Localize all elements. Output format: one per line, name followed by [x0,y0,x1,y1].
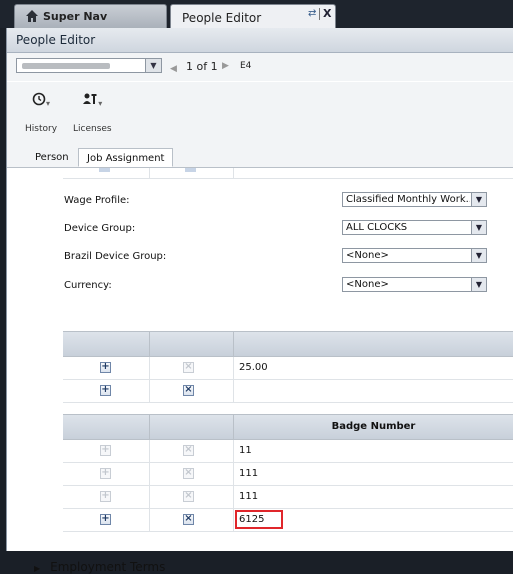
add-row-button[interactable]: + [100,445,111,456]
pager-count: 1 of 1 [186,60,218,73]
header-cell [63,415,150,439]
close-tab-button[interactable]: X [323,7,331,20]
employment-terms-section[interactable]: ▶ Employment Terms [34,560,165,574]
add-row-button[interactable]: + [100,491,111,502]
table-row: + × 111 [63,486,513,509]
tab-divider [319,8,320,20]
licenses-button[interactable]: ▾ Licenses [73,92,112,134]
brazil-device-group-label: Brazil Device Group: [64,251,167,262]
table-row: + × 11 [63,440,513,463]
delete-row-button[interactable]: × [183,445,194,456]
tab-people-editor[interactable]: People Editor ⇄ X [170,4,336,28]
tab-super-nav-label: Super Nav [43,10,108,23]
badge-number-cell[interactable]: 111 [239,491,258,502]
next-record-icon[interactable]: ▶ [222,61,229,71]
device-group-label: Device Group: [64,223,136,234]
add-row-button[interactable]: + [100,385,111,396]
record-code: E4 [240,61,252,71]
history-button[interactable]: ▾ History [25,92,57,134]
tab-job-assignment[interactable]: Job Assignment [78,148,174,167]
table-row: + × 6125 [63,509,513,532]
header-cell [149,415,234,439]
brazil-device-group-value: <None> [346,250,389,261]
panel-header: People Editor [7,28,513,53]
table-row: + × 25.00 [63,357,513,380]
job-assignment-content: Wage Profile: Classified Monthly Work...… [7,168,513,574]
refresh-icon[interactable]: ⇄ [308,8,316,19]
person-select[interactable]: ▼ [16,58,162,73]
employment-terms-label: Employment Terms [50,560,166,574]
chevron-down-icon[interactable]: ▼ [471,249,486,262]
table-row: + × 111 [63,463,513,486]
record-toolbar: ▼ ◀ 1 of 1 ▶ E4 [7,53,513,81]
delete-row-button[interactable]: × [183,385,194,396]
badge-number-cell[interactable]: 11 [239,445,252,456]
delete-row-button[interactable]: × [183,468,194,479]
chevron-down-icon[interactable]: ▼ [471,221,486,234]
currency-value: <None> [346,279,389,290]
wage-profile-select[interactable]: Classified Monthly Work... ▼ [342,192,487,207]
add-row-button[interactable]: + [100,362,111,373]
tab-people-editor-label: People Editor [182,11,262,25]
wage-profile-label: Wage Profile: [64,195,130,206]
badge-number-cell[interactable]: 6125 [239,514,264,525]
add-row-button[interactable]: + [100,514,111,525]
table-row: + × [63,380,513,403]
delete-row-button[interactable]: × [183,362,194,373]
grid-row-partial [63,168,513,179]
home-icon [26,10,38,22]
sub-tab-bar: Person Job Assignment [7,144,513,168]
header-cell [63,332,150,356]
licenses-label: Licenses [73,124,112,134]
panel-title: People Editor [16,33,96,47]
rate-grid-header [63,332,513,357]
tab-super-nav[interactable]: Super Nav [14,4,167,28]
person-name-redacted [22,63,110,69]
badge-number-cell[interactable]: 111 [239,468,258,479]
tab-person[interactable]: Person [27,148,77,167]
badge-grid-header: Badge Number [63,415,513,440]
badge-number-header[interactable]: Badge Number [233,415,513,439]
previous-record-icon[interactable]: ◀ [170,64,177,74]
expand-triangle-icon: ▶ [34,564,41,573]
history-label: History [25,124,58,134]
add-row-button[interactable]: + [100,468,111,479]
header-cell [149,332,234,356]
rate-value[interactable]: 25.00 [239,362,268,373]
currency-select[interactable]: <None> ▼ [342,277,487,292]
chevron-down-icon[interactable]: ▼ [471,193,486,206]
top-tab-bar: Super Nav People Editor ⇄ X [0,0,513,28]
people-editor-panel: People Editor ▼ ◀ 1 of 1 ▶ E4 ▾ History … [6,28,513,574]
table-cell [63,168,150,178]
table-cell [149,168,234,178]
badge-grid: Badge Number + × 11 + × 111 + × 111 + × [63,414,513,532]
device-group-select[interactable]: ALL CLOCKS ▼ [342,220,487,235]
delete-row-button[interactable]: × [183,514,194,525]
rate-grid: + × 25.00 + × [63,331,513,403]
history-icon: ▾ [25,92,57,110]
chevron-down-icon[interactable]: ▼ [145,59,161,72]
pager: ◀ 1 of 1 ▶ E4 [170,60,251,74]
delete-row-button[interactable]: × [183,491,194,502]
device-group-value: ALL CLOCKS [346,222,408,233]
currency-label: Currency: [64,280,112,291]
wage-profile-value: Classified Monthly Work... [346,194,470,205]
brazil-device-group-select[interactable]: <None> ▼ [342,248,487,263]
licenses-icon: ▾ [73,92,112,110]
chevron-down-icon[interactable]: ▼ [471,278,486,291]
